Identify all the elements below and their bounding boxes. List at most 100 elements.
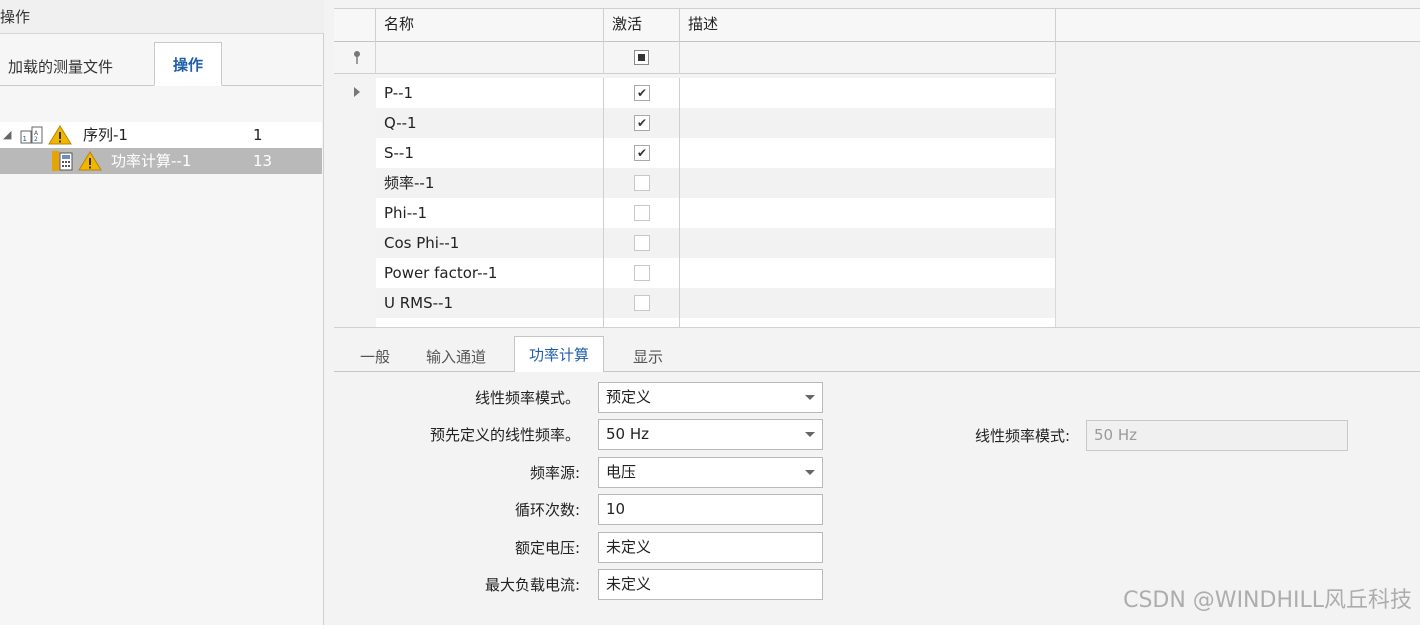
side-line-frequency-mode-label: 线性频率模式:: [974, 427, 1070, 445]
predefined-line-frequency-label: 预先定义的线性频率。: [429, 426, 580, 444]
column-header-description[interactable]: 描述: [680, 9, 1056, 42]
tree-item-label: 序列-1: [83, 126, 128, 144]
cell-active: ✔: [604, 78, 680, 108]
row-indicator: [334, 288, 376, 318]
filter-row: [334, 42, 1056, 74]
cell-description[interactable]: [680, 138, 1056, 168]
line-frequency-mode-select[interactable]: 预定义: [598, 382, 823, 413]
tree-item-count: 1: [253, 126, 263, 144]
cell-description[interactable]: [680, 108, 1056, 138]
active-checkbox[interactable]: [634, 205, 650, 221]
tree-item-count: 13: [253, 152, 273, 170]
cycle-count-label: 循环次数:: [514, 501, 580, 519]
cell-active: [604, 228, 680, 258]
channel-grid: 名称 激活 描述 P--1 ✔ Q--1 ✔ S--1 ✔ 频率--1 Phi-…: [334, 8, 1420, 328]
cell-active: [604, 198, 680, 228]
table-row[interactable]: S--1 ✔: [334, 138, 1056, 168]
cell-name: 频率--1: [376, 168, 604, 198]
cell-description[interactable]: [680, 288, 1056, 318]
chevron-down-icon: [805, 395, 815, 400]
line-frequency-mode-label: 线性频率模式。: [474, 389, 580, 407]
table-row[interactable]: 频率--1: [334, 168, 1056, 198]
tree-item-power-calculation[interactable]: 功率计算--1 13: [0, 148, 322, 174]
table-row[interactable]: Power factor--1: [334, 258, 1056, 288]
chevron-down-icon: [805, 470, 815, 475]
line-frequency-mode-value: 预定义: [606, 388, 652, 406]
cell-name: U RMS--1: [376, 288, 604, 318]
cell-name: Cos Phi--1: [376, 228, 604, 258]
expand-toggle-icon[interactable]: ◢: [3, 122, 11, 148]
max-load-current-input[interactable]: 未定义: [598, 569, 823, 600]
cycle-count-input[interactable]: 10: [598, 494, 823, 525]
grid-divider: [334, 327, 1420, 328]
cell-description[interactable]: [680, 228, 1056, 258]
current-row-arrow-icon: [354, 87, 360, 97]
filter-name-cell[interactable]: [376, 42, 604, 74]
cell-description[interactable]: [680, 78, 1056, 108]
tab-display[interactable]: 显示: [633, 342, 663, 372]
tree-item-sequence[interactable]: ◢ 1 A 2 序列-1 1: [0, 122, 322, 148]
table-row[interactable]: Q--1 ✔: [334, 108, 1056, 138]
cell-description[interactable]: [680, 198, 1056, 228]
cell-active: [604, 288, 680, 318]
predefined-line-frequency-select[interactable]: 50 Hz: [598, 419, 823, 450]
cell-name: P--1: [376, 78, 604, 108]
watermark: CSDN @WINDHILL风丘科技: [1123, 588, 1412, 613]
active-checkbox[interactable]: ✔: [634, 85, 650, 101]
panel-title: 操作: [0, 0, 324, 34]
active-checkbox[interactable]: [634, 235, 650, 251]
left-tab-bar: 加载的测量文件 操作: [0, 40, 322, 86]
tab-general[interactable]: 一般: [360, 342, 390, 372]
cell-name: Phi--1: [376, 198, 604, 228]
cell-name: S--1: [376, 138, 604, 168]
column-header-active[interactable]: 激活: [604, 9, 680, 42]
cell-description[interactable]: [680, 168, 1056, 198]
column-header-name[interactable]: 名称: [376, 9, 604, 42]
operations-tree: ◢ 1 A 2 序列-1 1 功率计算--1 13: [0, 114, 322, 182]
table-row[interactable]: U RMS--1: [334, 288, 1056, 318]
sequence-icon: 1 A 2: [20, 126, 43, 144]
operations-panel: 操作 加载的测量文件 操作 ◢ 1 A 2 序列-1 1 功率计算--1 13: [0, 0, 324, 625]
row-indicator: [334, 228, 376, 258]
tab-loaded-measurement-files[interactable]: 加载的测量文件: [0, 48, 148, 86]
side-line-frequency-field: 50 Hz: [1086, 420, 1348, 451]
cell-active: ✔: [604, 138, 680, 168]
frequency-source-label: 频率源:: [529, 464, 580, 482]
frequency-source-value: 电压: [606, 463, 637, 481]
row-indicator: [334, 108, 376, 138]
tab-operations[interactable]: 操作: [154, 42, 222, 86]
tree-item-label: 功率计算--1: [111, 152, 192, 170]
table-row[interactable]: Cos Phi--1: [334, 228, 1056, 258]
frequency-source-select[interactable]: 电压: [598, 457, 823, 488]
active-checkbox[interactable]: [634, 175, 650, 191]
cell-name: Power factor--1: [376, 258, 604, 288]
svg-text:1: 1: [23, 135, 27, 143]
chevron-down-icon: [805, 432, 815, 437]
warning-icon: [78, 151, 102, 171]
filter-active-checkbox[interactable]: [634, 50, 649, 65]
grid-empty-area: [1056, 42, 1420, 328]
pin-icon[interactable]: [350, 50, 364, 66]
cell-active: [604, 258, 680, 288]
filter-description-cell[interactable]: [680, 42, 1056, 74]
table-row[interactable]: Phi--1: [334, 198, 1056, 228]
predefined-line-frequency-value: 50 Hz: [606, 425, 650, 443]
row-indicator-header: [334, 9, 376, 42]
rated-voltage-input[interactable]: 未定义: [598, 532, 823, 563]
row-indicator: [334, 168, 376, 198]
tab-input-channels[interactable]: 输入通道: [426, 342, 486, 372]
row-indicator: [334, 78, 376, 108]
table-row[interactable]: P--1 ✔: [334, 78, 1056, 108]
row-indicator: [334, 258, 376, 288]
warning-icon: [48, 125, 72, 145]
tab-power-calculation[interactable]: 功率计算: [514, 336, 605, 373]
rated-voltage-label: 额定电压:: [514, 539, 580, 557]
active-checkbox[interactable]: [634, 295, 650, 311]
svg-text:2: 2: [34, 136, 38, 143]
max-load-current-label: 最大负载电流:: [484, 576, 580, 594]
grid-rows: P--1 ✔ Q--1 ✔ S--1 ✔ 频率--1 Phi--1 Cos Ph…: [334, 78, 1056, 328]
active-checkbox[interactable]: ✔: [634, 115, 650, 131]
cell-description[interactable]: [680, 258, 1056, 288]
active-checkbox[interactable]: [634, 265, 650, 281]
active-checkbox[interactable]: ✔: [634, 145, 650, 161]
